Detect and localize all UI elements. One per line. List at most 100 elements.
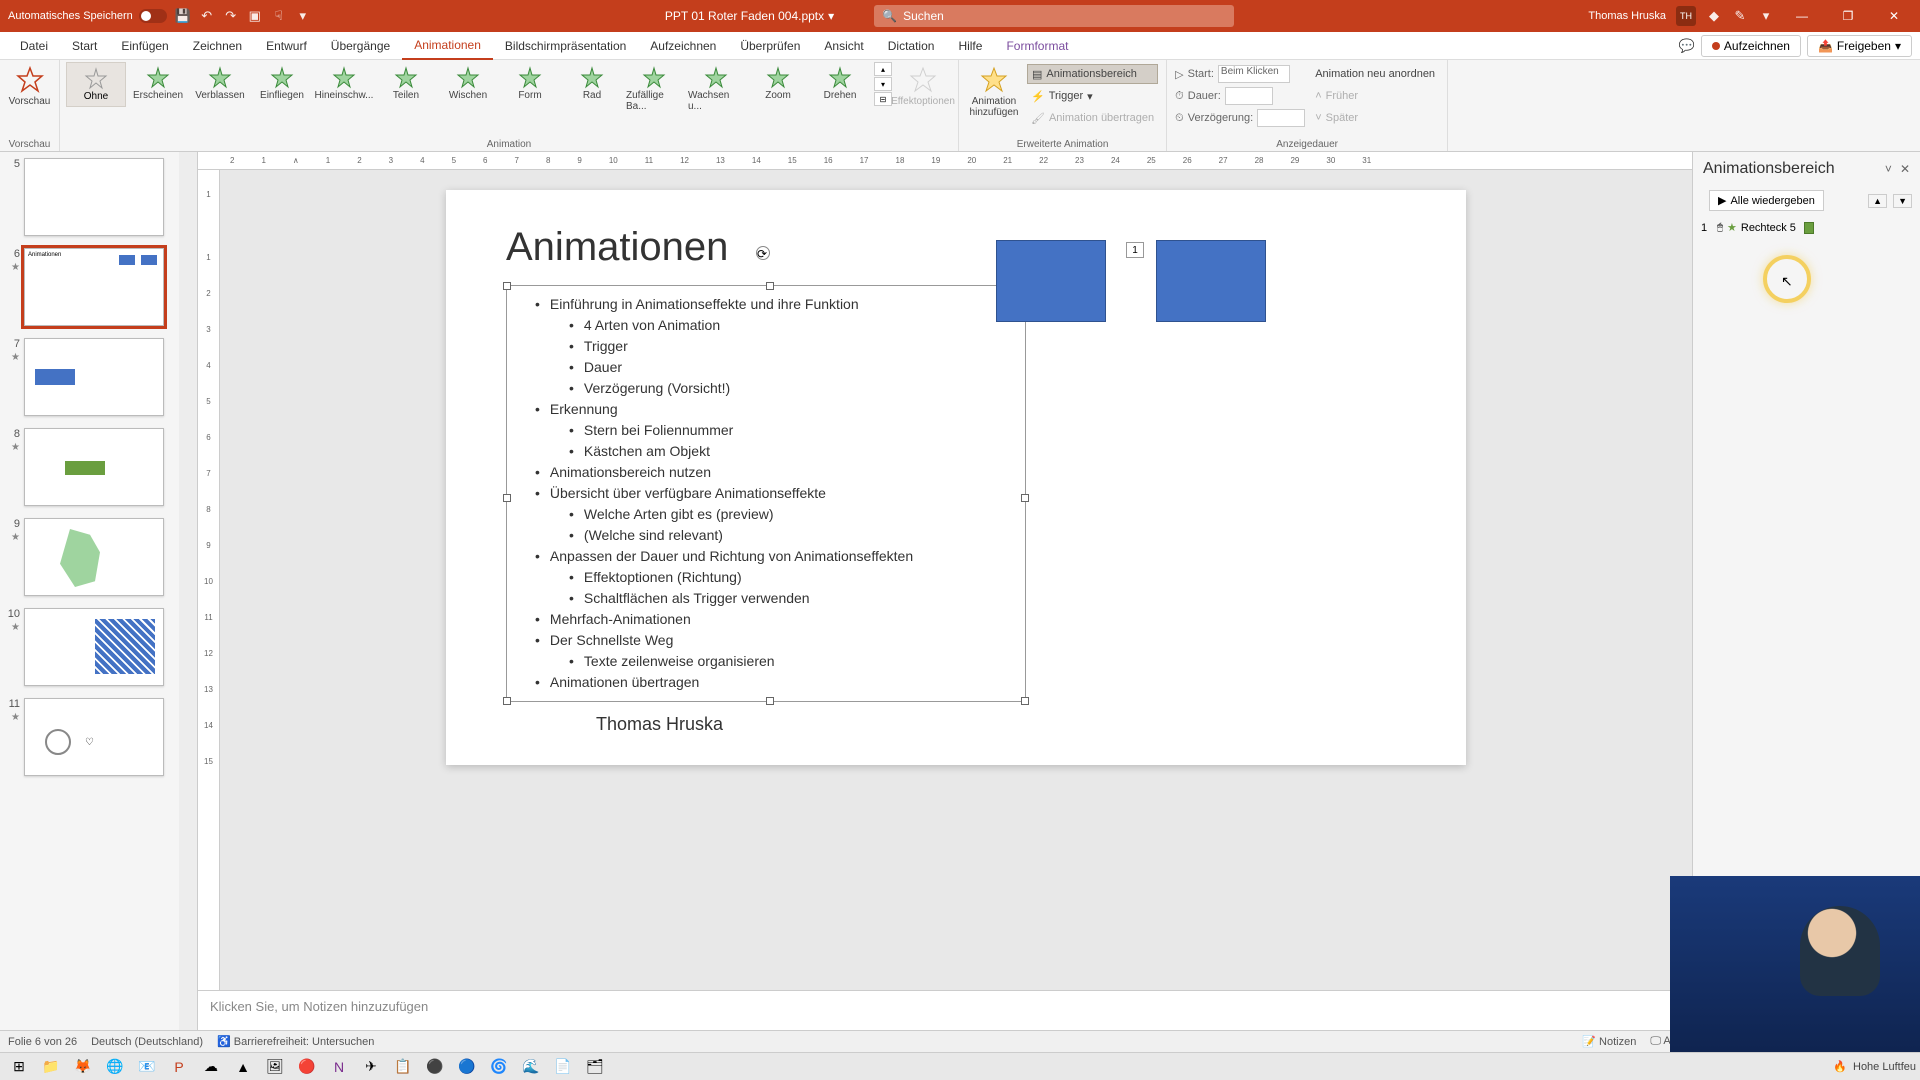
handle[interactable]: [1021, 494, 1029, 502]
gallery-scroll[interactable]: ▴▾⊟: [874, 62, 892, 106]
thumb-9[interactable]: 9★: [0, 512, 197, 602]
content-textbox[interactable]: Einführung in Animationseffekte und ihre…: [506, 285, 1026, 702]
toggle-switch[interactable]: [139, 9, 167, 23]
app-icon[interactable]: 📋: [388, 1055, 418, 1079]
tab-ueberpruefen[interactable]: Überprüfen: [728, 32, 812, 60]
thumb-10[interactable]: 10★: [0, 602, 197, 692]
anim-order-tag[interactable]: 1: [1126, 242, 1144, 258]
comments-icon[interactable]: 💬: [1679, 38, 1695, 54]
record-button[interactable]: Aufzeichnen: [1701, 35, 1801, 57]
anim-einfliegen[interactable]: Einfliegen: [252, 62, 312, 105]
notes-pane[interactable]: Klicken Sie, um Notizen hinzuzufügen: [198, 990, 1692, 1030]
firefox-icon[interactable]: 🦊: [68, 1055, 98, 1079]
slide-title[interactable]: Animationen: [506, 225, 728, 270]
start-select[interactable]: Beim Klicken: [1218, 65, 1290, 83]
close-icon[interactable]: ✕: [1900, 162, 1910, 176]
tab-datei[interactable]: Datei: [8, 32, 60, 60]
maximize-button[interactable]: ❐: [1830, 4, 1866, 28]
tab-dictation[interactable]: Dictation: [876, 32, 947, 60]
ribbon-options-icon[interactable]: ▾: [1758, 8, 1774, 24]
anim-zufaellig[interactable]: Zufällige Ba...: [624, 62, 684, 116]
handle[interactable]: [766, 282, 774, 290]
filename[interactable]: PPT 01 Roter Faden 004.pptx ▾: [665, 9, 834, 23]
rectangle-shape-2[interactable]: [1156, 240, 1266, 322]
tab-ansicht[interactable]: Ansicht: [812, 32, 875, 60]
thumb-8[interactable]: 8★: [0, 422, 197, 512]
touch-icon[interactable]: ☟: [271, 8, 287, 24]
play-all-button[interactable]: ▶Alle wiedergeben: [1709, 190, 1824, 211]
more-icon[interactable]: ⊟: [874, 92, 892, 106]
tab-entwurf[interactable]: Entwurf: [254, 32, 319, 60]
up-icon[interactable]: ▴: [874, 62, 892, 76]
app-icon[interactable]: 🔵: [452, 1055, 482, 1079]
qat-more-icon[interactable]: ▾: [295, 8, 311, 24]
anim-verblassen[interactable]: Verblassen: [190, 62, 250, 105]
handle[interactable]: [503, 494, 511, 502]
move-down-icon[interactable]: ▼: [1893, 194, 1912, 208]
chrome-icon[interactable]: 🌐: [100, 1055, 130, 1079]
app-icon[interactable]: 🗂: [580, 1055, 610, 1079]
anim-entry[interactable]: 1 🖱 ★ Rechteck 5: [1697, 219, 1916, 236]
animation-pane-button[interactable]: ▤Animationsbereich: [1027, 64, 1158, 84]
vlc-icon[interactable]: ▲: [228, 1055, 258, 1079]
minimize-button[interactable]: —: [1784, 4, 1820, 28]
weather-widget[interactable]: 🔥Hohe Luftfeu: [1833, 1060, 1916, 1073]
author-text[interactable]: Thomas Hruska: [596, 714, 723, 735]
slide[interactable]: Animationen ⟳ Einführung in Animationsef…: [446, 190, 1466, 765]
close-button[interactable]: ✕: [1876, 4, 1912, 28]
start-button[interactable]: ⊞: [4, 1055, 34, 1079]
app-icon[interactable]: 🌀: [484, 1055, 514, 1079]
down-icon[interactable]: ▾: [874, 77, 892, 91]
handle[interactable]: [503, 282, 511, 290]
tab-einfuegen[interactable]: Einfügen: [109, 32, 180, 60]
username[interactable]: Thomas Hruska: [1588, 10, 1666, 22]
anim-hinein[interactable]: Hineinschw...: [314, 62, 374, 105]
thumb-5[interactable]: 5: [0, 152, 197, 242]
user-avatar[interactable]: TH: [1676, 6, 1696, 26]
trigger-button[interactable]: ⚡Trigger ▾: [1027, 86, 1158, 106]
tab-uebergaenge[interactable]: Übergänge: [319, 32, 402, 60]
slide-thumbnails[interactable]: 5 6★Animationen 7★ 8★ 9★ 10★ 11★♡: [0, 152, 198, 1030]
powerpoint-icon[interactable]: P: [164, 1055, 194, 1079]
handle[interactable]: [503, 697, 511, 705]
share-button[interactable]: 📤Freigeben ▾: [1807, 35, 1912, 57]
tab-animationen[interactable]: Animationen: [402, 32, 493, 60]
tab-formformat[interactable]: Formformat: [994, 32, 1080, 60]
anim-rad[interactable]: Rad: [562, 62, 622, 105]
slide-count[interactable]: Folie 6 von 26: [8, 1036, 77, 1048]
undo-icon[interactable]: ↶: [199, 8, 215, 24]
thumb-7[interactable]: 7★: [0, 332, 197, 422]
pen-icon[interactable]: ✎: [1732, 8, 1748, 24]
rotate-handle-icon[interactable]: ⟳: [756, 246, 770, 260]
tab-bildschirm[interactable]: Bildschirmpräsentation: [493, 32, 638, 60]
delay-input[interactable]: [1257, 109, 1305, 127]
redo-icon[interactable]: ↷: [223, 8, 239, 24]
rectangle-shape-1[interactable]: [996, 240, 1106, 322]
anim-erscheinen[interactable]: Erscheinen: [128, 62, 188, 105]
handle[interactable]: [1021, 697, 1029, 705]
anim-form[interactable]: Form: [500, 62, 560, 105]
accessibility[interactable]: ♿ Barrierefreiheit: Untersuchen: [217, 1035, 374, 1048]
edge-icon[interactable]: 🌊: [516, 1055, 546, 1079]
app-icon[interactable]: 🖼: [260, 1055, 290, 1079]
anim-wachsen[interactable]: Wachsen u...: [686, 62, 746, 116]
telegram-icon[interactable]: ✈: [356, 1055, 386, 1079]
chevron-down-icon[interactable]: ˅: [1885, 162, 1892, 176]
tab-start[interactable]: Start: [60, 32, 109, 60]
outlook-icon[interactable]: 📧: [132, 1055, 162, 1079]
tab-aufzeichnen[interactable]: Aufzeichnen: [638, 32, 728, 60]
onenote-icon[interactable]: N: [324, 1055, 354, 1079]
search-input[interactable]: 🔍 Suchen: [874, 5, 1234, 27]
thumb-6[interactable]: 6★Animationen: [0, 242, 197, 332]
present-icon[interactable]: ▣: [247, 8, 263, 24]
autosave-toggle[interactable]: Automatisches Speichern: [8, 9, 167, 23]
anim-drehen[interactable]: Drehen: [810, 62, 870, 105]
tab-zeichnen[interactable]: Zeichnen: [181, 32, 254, 60]
anim-teilen[interactable]: Teilen: [376, 62, 436, 105]
thumb-11[interactable]: 11★♡: [0, 692, 197, 782]
diamond-icon[interactable]: ◆: [1706, 8, 1722, 24]
preview-button[interactable]: Vorschau: [6, 62, 53, 111]
app-icon[interactable]: 📄: [548, 1055, 578, 1079]
anim-zoom[interactable]: Zoom: [748, 62, 808, 105]
duration-input[interactable]: [1225, 87, 1273, 105]
